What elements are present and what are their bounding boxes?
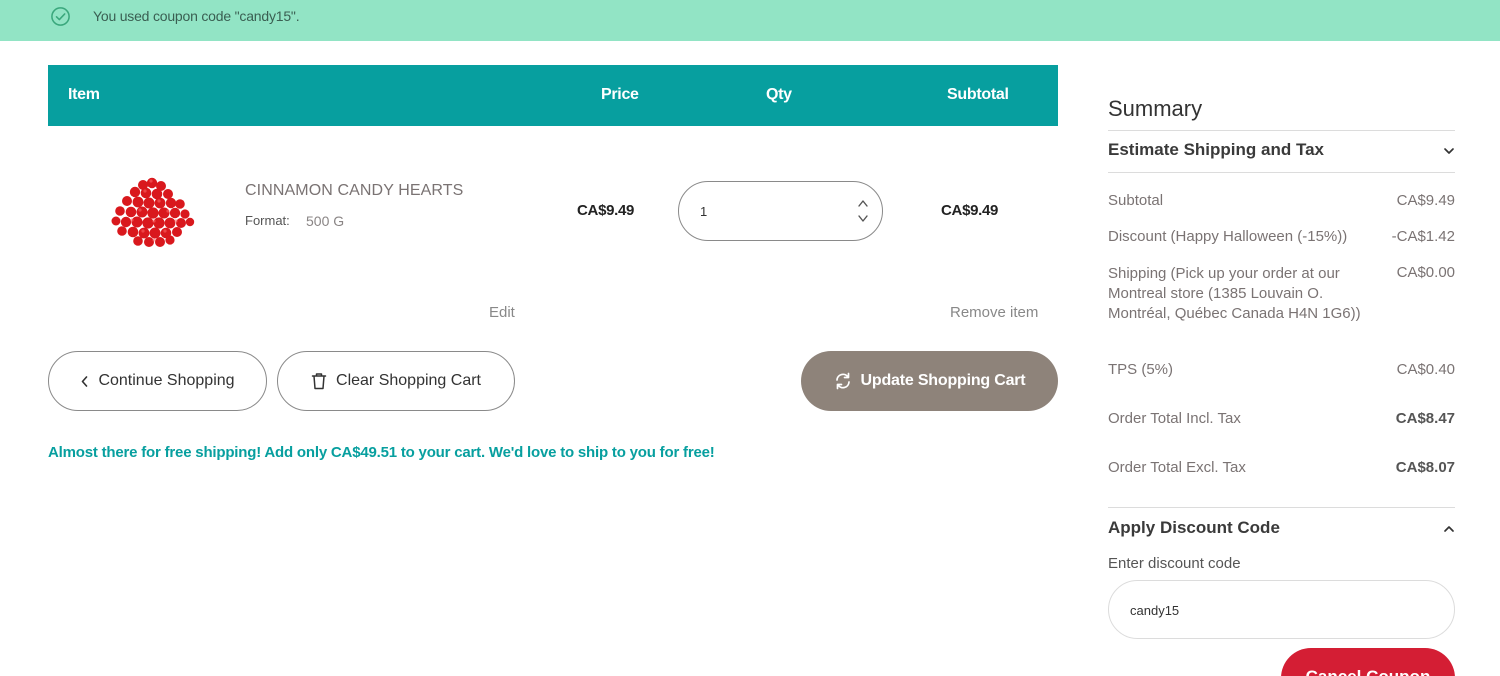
product-image[interactable] [107,173,197,251]
free-shipping-message: Almost there for free shipping! Add only… [48,444,715,461]
tps-label: TPS (5%) [1108,361,1174,378]
clear-cart-label: Clear Shopping Cart [336,372,481,389]
success-notice: You used coupon code "candy15". [0,0,1500,41]
format-value: 500 G [306,213,345,229]
tps-value: CA$0.40 [1396,361,1455,378]
product-subtotal: CA$9.49 [941,202,999,219]
format-label: Format: [245,213,290,228]
summary-title: Summary [1108,96,1203,121]
chevron-down-icon[interactable] [1443,147,1455,155]
clear-cart-button[interactable]: Clear Shopping Cart [277,351,515,411]
update-cart-button[interactable]: Update Shopping Cart [801,351,1058,411]
continue-shopping-label: Continue Shopping [98,372,235,389]
notice-message: You used coupon code "candy15". [93,8,300,24]
trash-icon [311,373,327,390]
divider [1108,507,1455,508]
header-subtotal: Subtotal [947,86,1009,103]
discount-field-label: Enter discount code [1108,555,1241,572]
total-excl-label: Order Total Excl. Tax [1108,459,1246,476]
edit-item-link[interactable]: Edit [489,304,515,321]
total-incl-value: CA$8.47 [1395,410,1455,427]
header-price: Price [601,86,639,103]
quantity-spinner-icon[interactable] [857,198,869,224]
discount-code-input[interactable]: candy15 [1108,580,1455,639]
cancel-coupon-button[interactable]: Cancel Coupon [1281,648,1455,676]
refresh-icon [835,372,850,390]
quantity-value[interactable]: 1 [700,204,707,219]
total-incl-label: Order Total Incl. Tax [1108,410,1241,427]
continue-shopping-button[interactable]: Continue Shopping [48,351,267,411]
remove-item-link[interactable]: Remove item [950,304,1038,321]
estimate-shipping-toggle[interactable]: Estimate Shipping and Tax [1108,140,1324,160]
header-qty: Qty [766,86,792,103]
divider [1108,130,1455,131]
discount-code-value[interactable]: candy15 [1130,603,1179,618]
product-price: CA$9.49 [577,202,635,219]
quantity-input[interactable]: 1 [678,181,883,241]
chevron-left-icon [82,375,88,387]
divider [1108,172,1455,173]
shipping-value: CA$0.00 [1396,264,1455,281]
discount-label: Discount (Happy Halloween (-15%)) [1108,228,1348,245]
chevron-up-icon[interactable] [1443,525,1455,533]
shipping-label: Shipping (Pick up your order at our Mont… [1108,265,1361,322]
total-excl-value: CA$8.07 [1395,459,1455,476]
subtotal-value: CA$9.49 [1396,192,1455,209]
header-item: Item [68,86,100,103]
product-name[interactable]: CINNAMON CANDY HEARTS [245,182,463,200]
subtotal-label: Subtotal [1108,192,1164,209]
cart-table-header: Item Price Qty Subtotal [48,65,1058,126]
update-cart-label: Update Shopping Cart [860,372,1026,389]
discount-code-toggle[interactable]: Apply Discount Code [1108,518,1280,538]
check-circle-icon [51,7,70,26]
discount-value: -CA$1.42 [1391,228,1455,245]
